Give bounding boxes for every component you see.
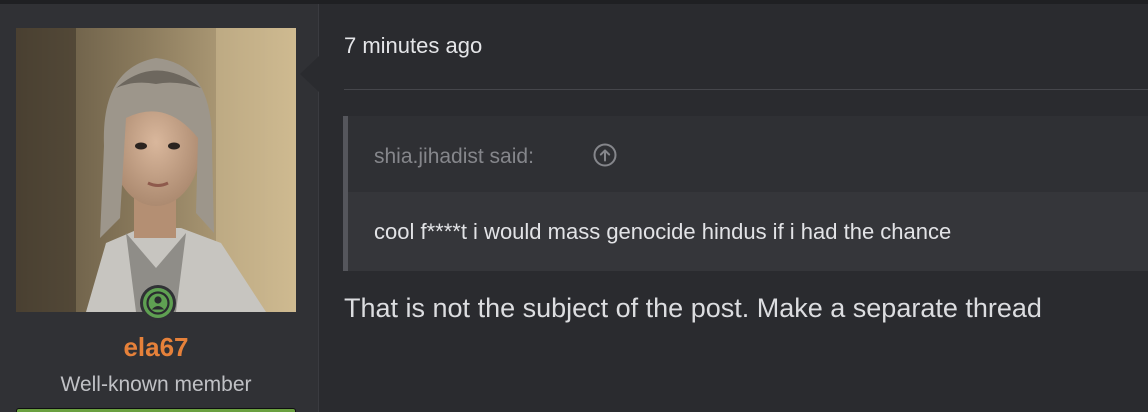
quote-block: shia.jihadist said: cool f****t i would …	[343, 116, 1148, 271]
post-timestamp[interactable]: 7 minutes ago	[344, 33, 482, 59]
quote-author[interactable]: shia.jihadist said:	[374, 145, 534, 169]
online-status-icon	[140, 285, 176, 321]
avatar[interactable]	[16, 28, 296, 312]
message-body: That is not the subject of the post. Mak…	[344, 293, 1042, 323]
header-divider	[344, 89, 1148, 90]
message-arrow	[300, 56, 319, 92]
user-icon	[146, 291, 170, 315]
username-link[interactable]: ela67	[0, 332, 312, 363]
user-title: Well-known member	[60, 373, 252, 396]
user-info-panel: ela67 Well-known member	[0, 4, 319, 412]
user-banner	[16, 408, 296, 412]
quote-body: cool f****t i would mass genocide hindus…	[348, 192, 1148, 271]
message-post: ela67 Well-known member 7 minutes ago sh…	[0, 0, 1148, 412]
message-content: 7 minutes ago shia.jihadist said: cool f…	[319, 4, 1148, 412]
quote-header: shia.jihadist said:	[348, 116, 1148, 192]
avatar-image	[16, 28, 296, 312]
quote-text: cool f****t i would mass genocide hindus…	[374, 219, 952, 244]
arrow-up-circle-icon[interactable]	[592, 142, 618, 168]
